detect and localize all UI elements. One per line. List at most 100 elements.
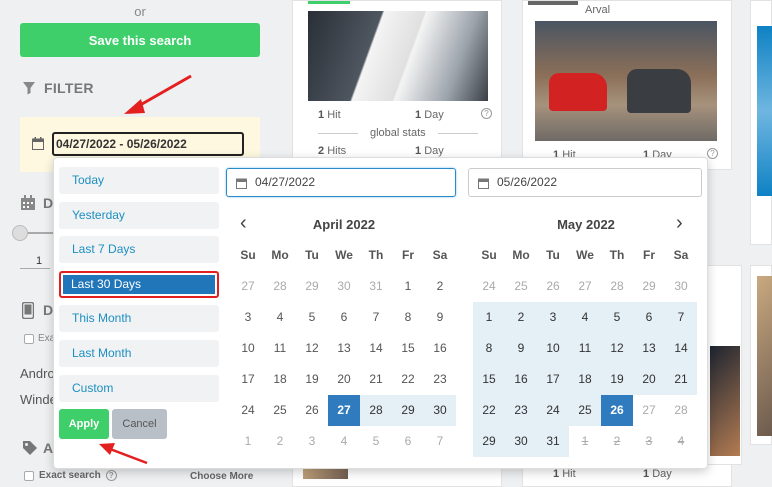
day-cell[interactable]: 14 xyxy=(665,333,697,364)
day-cell[interactable]: 30 xyxy=(665,271,697,302)
day-cell[interactable]: 1 xyxy=(473,302,505,333)
apply-button[interactable]: Apply xyxy=(59,409,109,439)
day-cell[interactable]: 3 xyxy=(633,426,665,457)
day-cell[interactable]: 19 xyxy=(601,364,633,395)
day-cell[interactable]: 1 xyxy=(569,426,601,457)
day-cell[interactable]: 27 xyxy=(569,271,601,302)
day-cell[interactable]: 29 xyxy=(392,395,424,426)
save-search-button[interactable]: Save this search xyxy=(20,23,260,57)
result-card-middle[interactable]: Arval 1 Hit 1 Day ? xyxy=(522,0,732,170)
day-cell[interactable]: 17 xyxy=(232,364,264,395)
day-cell[interactable]: 29 xyxy=(296,271,328,302)
day-cell[interactable]: 7 xyxy=(665,302,697,333)
day-cell[interactable]: 20 xyxy=(633,364,665,395)
day-cell[interactable]: 9 xyxy=(424,302,456,333)
day-cell[interactable]: 14 xyxy=(360,333,392,364)
day-cell[interactable]: 31 xyxy=(360,271,392,302)
result-card-lower-left[interactable] xyxy=(292,468,502,487)
day-cell[interactable]: 30 xyxy=(328,271,360,302)
day-cell[interactable]: 25 xyxy=(264,395,296,426)
preset-last-month[interactable]: Last Month xyxy=(59,340,219,367)
day-cell[interactable]: 4 xyxy=(264,302,296,333)
day-cell[interactable]: 9 xyxy=(505,333,537,364)
preset-this-month[interactable]: This Month xyxy=(59,305,219,333)
slider-handle[interactable] xyxy=(12,225,28,241)
day-cell[interactable]: 1 xyxy=(232,426,264,457)
exact-search-checkbox[interactable]: Exact search? xyxy=(24,470,117,481)
day-cell[interactable]: 27 xyxy=(328,395,360,426)
preset-today[interactable]: Today xyxy=(59,167,219,194)
day-cell[interactable]: 24 xyxy=(232,395,264,426)
day-cell[interactable]: 4 xyxy=(569,302,601,333)
day-cell[interactable]: 28 xyxy=(601,271,633,302)
day-cell[interactable]: 31 xyxy=(537,426,569,457)
day-cell[interactable]: 21 xyxy=(665,364,697,395)
day-cell[interactable]: 30 xyxy=(505,426,537,457)
day-cell[interactable]: 15 xyxy=(473,364,505,395)
day-cell[interactable]: 5 xyxy=(296,302,328,333)
day-cell[interactable]: 16 xyxy=(424,333,456,364)
date-range-input[interactable]: 04/27/2022 - 05/26/2022 xyxy=(52,132,244,156)
day-cell[interactable]: 29 xyxy=(633,271,665,302)
day-cell[interactable]: 4 xyxy=(665,426,697,457)
day-cell[interactable]: 21 xyxy=(360,364,392,395)
day-cell[interactable]: 27 xyxy=(633,395,665,426)
product-image[interactable] xyxy=(308,11,488,101)
day-cell[interactable]: 6 xyxy=(633,302,665,333)
start-date-input[interactable]: 04/27/2022 xyxy=(226,168,456,197)
day-cell[interactable]: 29 xyxy=(473,426,505,457)
result-card-edge[interactable] xyxy=(750,0,772,245)
day-cell[interactable]: 11 xyxy=(264,333,296,364)
day-cell[interactable]: 15 xyxy=(392,333,424,364)
day-cell[interactable]: 7 xyxy=(424,426,456,457)
day-cell[interactable]: 19 xyxy=(296,364,328,395)
day-cell[interactable]: 22 xyxy=(392,364,424,395)
help-icon[interactable]: ? xyxy=(707,148,718,159)
car-photo[interactable] xyxy=(535,21,717,141)
day-cell[interactable]: 3 xyxy=(537,302,569,333)
day-cell[interactable]: 1 xyxy=(392,271,424,302)
day-cell[interactable]: 3 xyxy=(296,426,328,457)
cancel-button[interactable]: Cancel xyxy=(112,409,167,439)
result-card-partial[interactable] xyxy=(706,265,742,465)
day-cell[interactable]: 6 xyxy=(392,426,424,457)
day-cell[interactable]: 12 xyxy=(601,333,633,364)
preset-last-30-days[interactable]: Last 30 Days xyxy=(59,270,219,298)
result-card-left[interactable]: 1 Hit 1 Day ? global stats 2 Hits 1 Day xyxy=(292,0,502,170)
day-cell[interactable]: 11 xyxy=(569,333,601,364)
help-icon[interactable]: ? xyxy=(105,470,117,481)
day-cell[interactable]: 2 xyxy=(424,271,456,302)
preset-custom[interactable]: Custom xyxy=(59,374,219,402)
day-cell[interactable]: 20 xyxy=(328,364,360,395)
day-cell[interactable]: 17 xyxy=(537,364,569,395)
checkbox[interactable] xyxy=(24,470,34,481)
help-icon[interactable]: ? xyxy=(481,108,492,119)
day-cell[interactable]: 26 xyxy=(601,395,633,426)
day-cell[interactable]: 4 xyxy=(328,426,360,457)
slider-track[interactable] xyxy=(26,232,56,234)
day-cell[interactable]: 25 xyxy=(569,395,601,426)
android-option[interactable]: Andro xyxy=(20,366,55,381)
end-date-input[interactable]: 05/26/2022 xyxy=(468,168,702,197)
day-cell[interactable]: 23 xyxy=(505,395,537,426)
choose-more-link[interactable]: Choose More xyxy=(190,471,253,482)
day-cell[interactable]: 28 xyxy=(665,395,697,426)
windows-option[interactable]: Winde xyxy=(20,392,57,407)
day-cell[interactable]: 27 xyxy=(232,271,264,302)
day-cell[interactable]: 28 xyxy=(264,271,296,302)
day-cell[interactable]: 24 xyxy=(537,395,569,426)
preset-yesterday[interactable]: Yesterday xyxy=(59,201,219,229)
day-cell[interactable]: 8 xyxy=(392,302,424,333)
day-cell[interactable]: 2 xyxy=(264,426,296,457)
day-cell[interactable]: 26 xyxy=(537,271,569,302)
day-cell[interactable]: 18 xyxy=(264,364,296,395)
day-cell[interactable]: 2 xyxy=(601,426,633,457)
checkbox[interactable] xyxy=(24,333,34,344)
result-card-edge-lower[interactable] xyxy=(750,265,772,445)
day-cell[interactable]: 13 xyxy=(633,333,665,364)
day-cell[interactable]: 5 xyxy=(360,426,392,457)
day-cell[interactable]: 8 xyxy=(473,333,505,364)
day-cell[interactable]: 3 xyxy=(232,302,264,333)
day-cell[interactable]: 23 xyxy=(424,364,456,395)
day-cell[interactable]: 26 xyxy=(296,395,328,426)
